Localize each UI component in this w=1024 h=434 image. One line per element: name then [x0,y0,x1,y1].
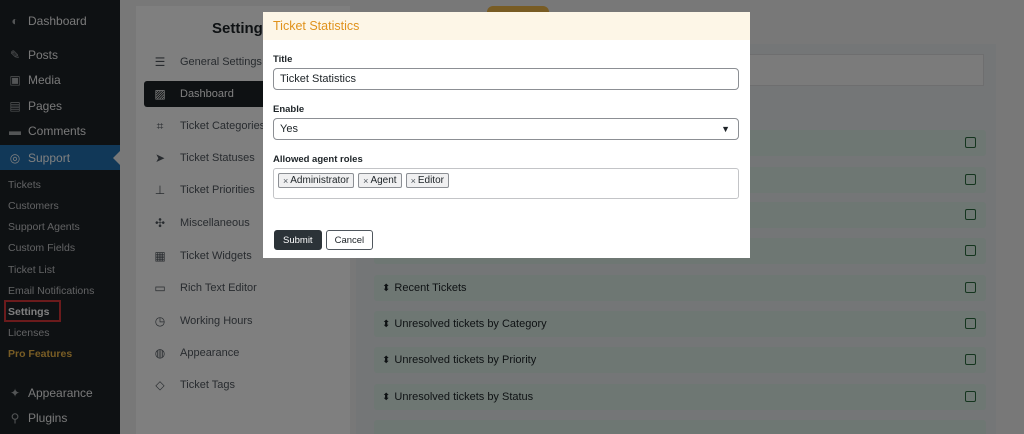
submit-button[interactable]: Submit [274,230,322,250]
role-tag-label: Editor [417,175,444,186]
enable-label: Enable [273,104,305,115]
title-input[interactable]: Ticket Statistics [273,68,739,90]
modal-header: Ticket Statistics [263,12,750,40]
remove-icon[interactable]: × [283,176,288,186]
role-tag-administrator[interactable]: × Administrator [278,173,355,188]
enable-select-value: Yes [280,123,298,135]
enable-select[interactable]: Yes ▼ [273,118,739,140]
role-tag-label: Administrator [290,175,350,186]
remove-icon[interactable]: × [411,176,416,186]
chevron-down-icon: ▼ [721,124,730,134]
cancel-button[interactable]: Cancel [325,230,374,250]
role-tag-editor[interactable]: × Editor [405,173,449,188]
title-label: Title [273,54,293,65]
role-tag-label: Agent [370,175,397,186]
remove-icon[interactable]: × [363,176,368,186]
modal-actions: Submit Cancel [274,230,374,250]
modal-title: Ticket Statistics [273,19,360,33]
modal-body: Title Ticket Statistics Enable Yes ▼ All… [263,54,750,199]
agent-roles-multiselect[interactable]: × Administrator × Agent × Editor [273,168,739,199]
title-input-value: Ticket Statistics [280,73,356,85]
widget-edit-modal: Ticket Statistics Title Ticket Statistic… [263,12,750,258]
role-tag-agent[interactable]: × Agent [358,173,402,188]
roles-label: Allowed agent roles [273,154,363,165]
